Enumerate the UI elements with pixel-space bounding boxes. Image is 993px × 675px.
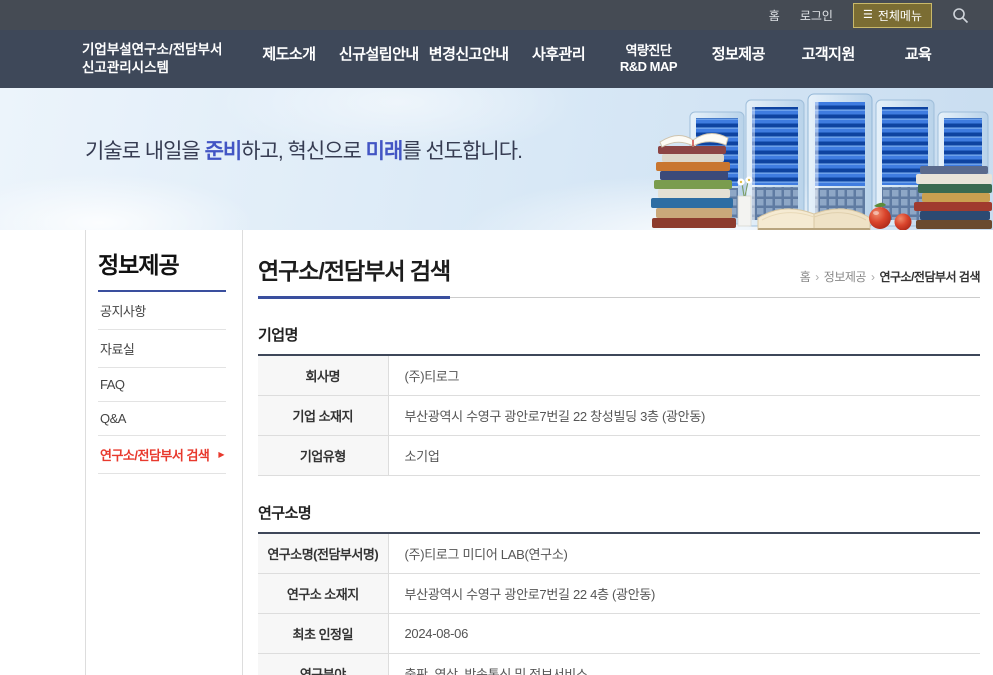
row-label: 회사명: [258, 355, 388, 396]
site-logo[interactable]: 기업부설연구소/전담부서 신고관리시스템: [82, 41, 234, 76]
row-value: (주)티로그: [388, 355, 980, 396]
sidebar-item-1[interactable]: 자료실: [98, 330, 226, 368]
info-table: 회사명(주)티로그기업 소재지부산광역시 수영구 광안로7번길 22 창성빌딩 …: [258, 354, 980, 476]
table-row: 최초 인정일2024-08-06: [258, 614, 980, 654]
nav-item-4[interactable]: 역량진단R&D MAP: [604, 43, 694, 76]
table-row: 기업유형소기업: [258, 436, 980, 476]
book-stack-left: [651, 133, 736, 228]
all-menu-label: 전체메뉴: [878, 7, 922, 24]
row-value: 부산광역시 수영구 광안로7번길 22 창성빌딩 3층 (광안동): [388, 396, 980, 436]
row-label: 연구분야: [258, 654, 388, 675]
title-row: 연구소/전담부서 검색 홈 › 정보제공 › 연구소/전담부서 검색: [258, 252, 980, 298]
section-title: 기업명: [258, 324, 980, 345]
sidebar-item-2[interactable]: FAQ: [98, 368, 226, 402]
logo-line1: 기업부설연구소/전담부서: [82, 41, 234, 59]
sidebar-item-3[interactable]: Q&A: [98, 402, 226, 436]
table-row: 연구소명(전담부서명)(주)티로그 미디어 LAB(연구소): [258, 533, 980, 574]
logo-line2: 신고관리시스템: [82, 59, 234, 77]
nav-item-2[interactable]: 변경신고안내: [424, 43, 514, 76]
breadcrumb: 홈 › 정보제공 › 연구소/전담부서 검색: [800, 268, 980, 297]
row-value: 출판, 영상, 방송통신 및 정보서비스: [388, 654, 980, 675]
sections-container: 기업명회사명(주)티로그기업 소재지부산광역시 수영구 광안로7번길 22 창성…: [258, 324, 980, 675]
section-0: 기업명회사명(주)티로그기업 소재지부산광역시 수영구 광안로7번길 22 창성…: [258, 324, 980, 476]
table-row: 연구소 소재지부산광역시 수영구 광안로7번길 22 4층 (광안동): [258, 574, 980, 614]
table-row: 연구분야출판, 영상, 방송통신 및 정보서비스: [258, 654, 980, 675]
breadcrumb-item-0[interactable]: 홈: [800, 270, 811, 284]
nav-item-1[interactable]: 신규설립안내: [334, 43, 424, 76]
sidebar-menu: 공지사항자료실FAQQ&A연구소/전담부서 검색▶: [86, 292, 242, 474]
main-content: 연구소/전담부서 검색 홈›정보제공›연구소/전담부서 검색 기업명회사명(주)…: [243, 230, 993, 675]
nav-item-7[interactable]: 교육: [873, 43, 963, 76]
section-1: 연구소명연구소명(전담부서명)(주)티로그 미디어 LAB(연구소)연구소 소재…: [258, 502, 980, 675]
row-label: 연구소명(전담부서명): [258, 533, 388, 574]
sidebar-item-4[interactable]: 연구소/전담부서 검색▶: [98, 436, 226, 474]
page-title: 연구소/전담부서 검색: [258, 252, 450, 299]
section-title: 연구소명: [258, 502, 980, 523]
nav-item-0[interactable]: 제도소개: [244, 43, 334, 76]
sidebar-item-0[interactable]: 공지사항: [98, 292, 226, 330]
search-icon: [952, 7, 969, 24]
home-link[interactable]: 홈: [769, 7, 780, 24]
row-label: 기업유형: [258, 436, 388, 476]
main-header: 기업부설연구소/전담부서 신고관리시스템 제도소개신규설립안내변경신고안내사후관…: [0, 30, 993, 88]
row-label: 기업 소재지: [258, 396, 388, 436]
sidebar: 정보제공 공지사항자료실FAQQ&A연구소/전담부서 검색▶: [85, 230, 243, 675]
breadcrumb-separator: ›: [871, 270, 875, 284]
sidebar-title: 정보제공: [98, 246, 226, 292]
hero-headline: 기술로 내일을 준비하고, 혁신으로 미래를 선도합니다.: [85, 135, 522, 165]
breadcrumb-item-1[interactable]: 정보제공: [824, 270, 866, 284]
nav-item-3[interactable]: 사후관리: [514, 43, 604, 76]
book-stack-right: [914, 166, 992, 229]
table-row: 회사명(주)티로그: [258, 355, 980, 396]
page-body: 정보제공 공지사항자료실FAQQ&A연구소/전담부서 검색▶ 연구소/전담부서 …: [0, 230, 993, 675]
main-nav: 제도소개신규설립안내변경신고안내사후관리역량진단R&D MAP정보제공고객지원교…: [244, 43, 963, 76]
all-menu-button[interactable]: ☰ 전체메뉴: [853, 3, 932, 28]
utility-bar: 홈 로그인 ☰ 전체메뉴: [0, 0, 993, 30]
info-table: 연구소명(전담부서명)(주)티로그 미디어 LAB(연구소)연구소 소재지부산광…: [258, 532, 980, 675]
arrow-right-icon: ▶: [218, 450, 224, 459]
row-value: 소기업: [388, 436, 980, 476]
page: 홈 로그인 ☰ 전체메뉴 기업부설연구소/전담부서 신고관리시스템 제도소개신규…: [0, 0, 993, 675]
table-row: 기업 소재지부산광역시 수영구 광안로7번길 22 창성빌딩 3층 (광안동): [258, 396, 980, 436]
row-label: 연구소 소재지: [258, 574, 388, 614]
nav-item-5[interactable]: 정보제공: [693, 43, 783, 76]
hero-banner: 기술로 내일을 준비하고, 혁신으로 미래를 선도합니다.: [0, 88, 993, 230]
nav-item-6[interactable]: 고객지원: [783, 43, 873, 76]
row-label: 최초 인정일: [258, 614, 388, 654]
row-value: (주)티로그 미디어 LAB(연구소): [388, 533, 980, 574]
hamburger-icon: ☰: [863, 10, 873, 21]
breadcrumb-separator: ›: [815, 270, 819, 284]
breadcrumb-item-2: 연구소/전담부서 검색: [879, 270, 980, 284]
row-value: 부산광역시 수영구 광안로7번길 22 4층 (광안동): [388, 574, 980, 614]
row-value: 2024-08-06: [388, 614, 980, 654]
search-button[interactable]: [952, 7, 969, 24]
hero-illustration: [648, 90, 993, 230]
login-link[interactable]: 로그인: [800, 7, 833, 24]
